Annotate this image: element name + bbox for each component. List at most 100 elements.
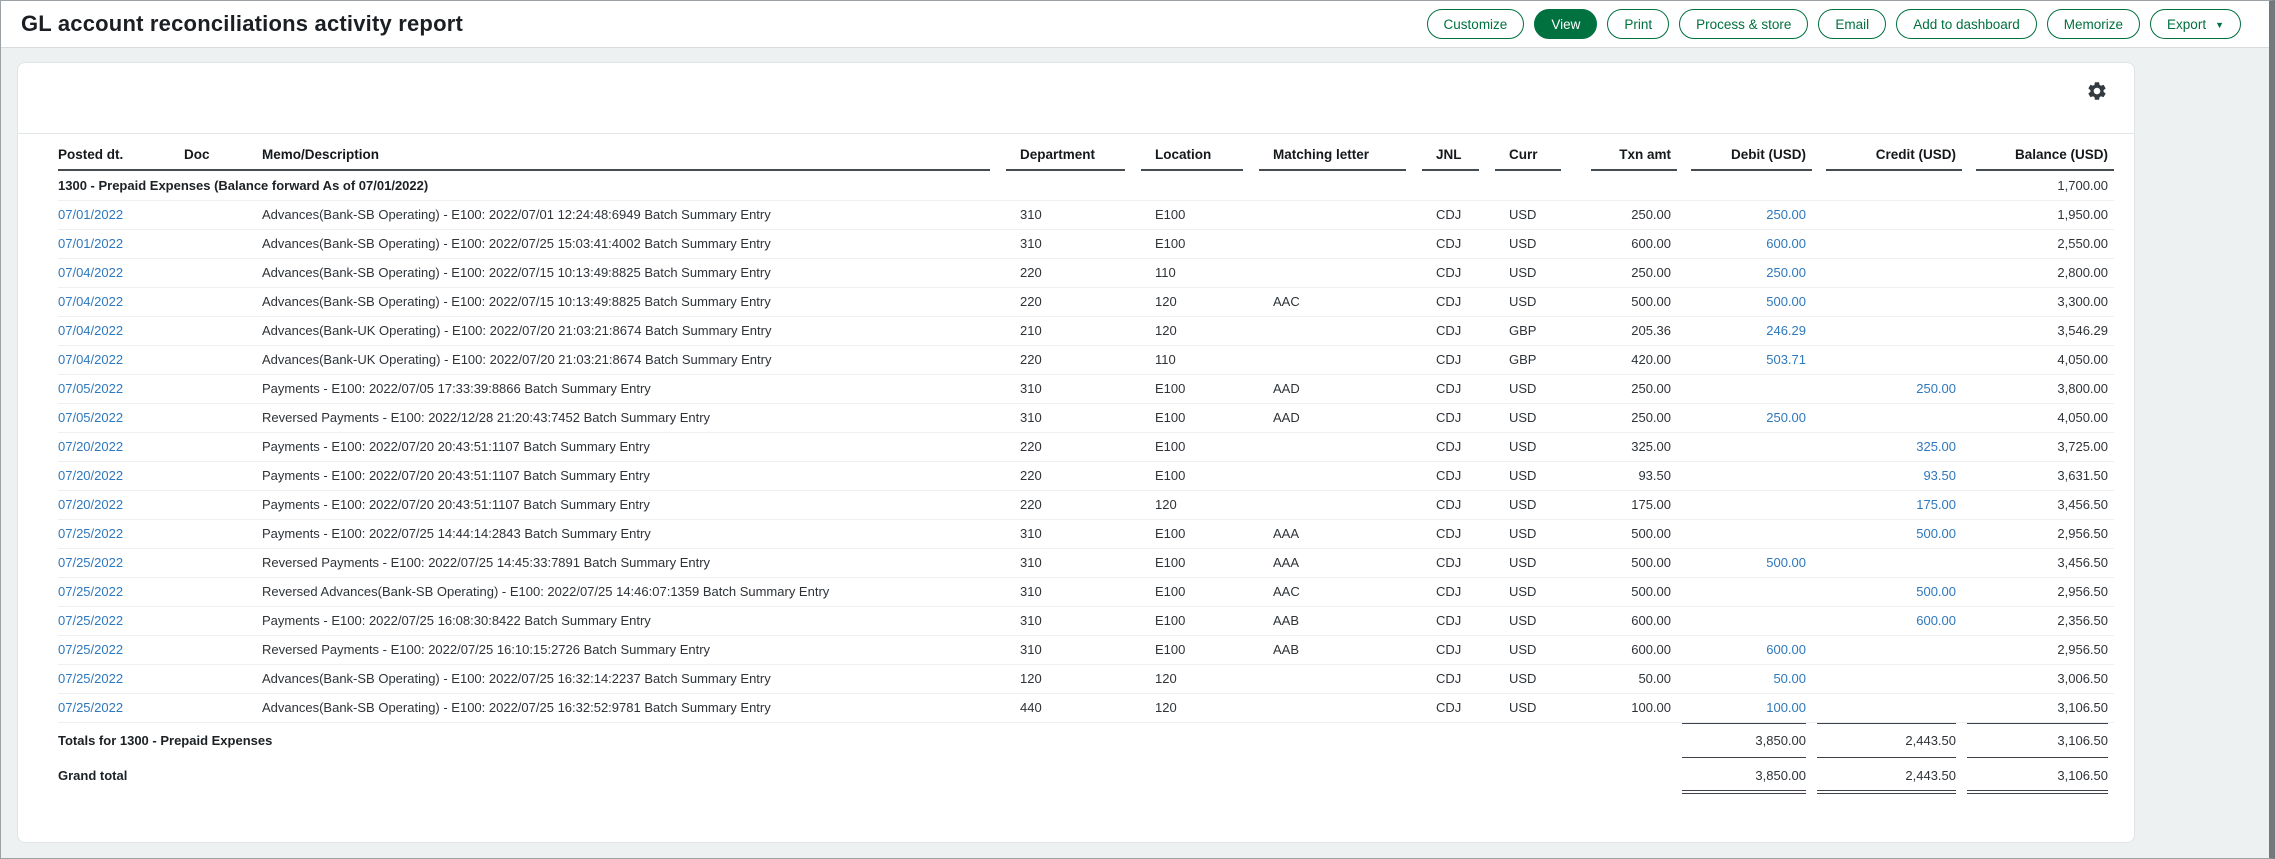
department-cell: 310 (1006, 606, 1141, 635)
balance-cell: 3,725.00 (1962, 432, 2114, 461)
balance-cell: 2,956.50 (1962, 635, 2114, 664)
credit-amount-link[interactable]: 250.00 (1916, 381, 1956, 396)
department-cell: 310 (1006, 635, 1141, 664)
balance-cell: 3,300.00 (1962, 287, 2114, 316)
customize-button[interactable]: Customize (1427, 9, 1525, 39)
grand-total-row-balance: 3,106.50 (1962, 758, 2114, 794)
debit-amount-link[interactable]: 600.00 (1766, 236, 1806, 251)
matching-letter-cell (1259, 258, 1422, 287)
table-row: 07/20/2022Payments - E100: 2022/07/20 20… (58, 461, 2114, 490)
memo-cell: Advances(Bank-SB Operating) - E100: 2022… (262, 664, 1006, 693)
export-button[interactable]: Export▼ (2150, 9, 2241, 39)
posted-date-link[interactable]: 07/04/2022 (58, 265, 123, 280)
posted-date-link[interactable]: 07/20/2022 (58, 497, 123, 512)
department-cell: 210 (1006, 316, 1141, 345)
column-header-doc: Doc (184, 134, 262, 171)
curr-cell: USD (1495, 200, 1577, 229)
curr-cell: USD (1495, 403, 1577, 432)
posted-date-link[interactable]: 07/04/2022 (58, 352, 123, 367)
debit-amount-link[interactable]: 250.00 (1766, 410, 1806, 425)
doc-cell (184, 316, 262, 345)
balance-cell: 3,631.50 (1962, 461, 2114, 490)
debit-amount-link[interactable]: 100.00 (1766, 700, 1806, 715)
posted-date-cell: 07/25/2022 (58, 606, 184, 635)
table-row: 07/05/2022Reversed Payments - E100: 2022… (58, 403, 2114, 432)
posted-date-cell: 07/05/2022 (58, 403, 184, 432)
posted-date-link[interactable]: 07/25/2022 (58, 584, 123, 599)
credit-amount-link[interactable]: 500.00 (1916, 584, 1956, 599)
debit-amount-link[interactable]: 500.00 (1766, 555, 1806, 570)
posted-date-link[interactable]: 07/05/2022 (58, 410, 123, 425)
credit-amount-link[interactable]: 175.00 (1916, 497, 1956, 512)
table-row: 07/04/2022Advances(Bank-SB Operating) - … (58, 258, 2114, 287)
debit-amount-link[interactable]: 50.00 (1773, 671, 1806, 686)
column-header-debit-usd: Debit (USD) (1677, 134, 1812, 171)
posted-date-link[interactable]: 07/25/2022 (58, 613, 123, 628)
department-cell: 440 (1006, 693, 1141, 722)
credit-amount-link[interactable]: 500.00 (1916, 526, 1956, 541)
doc-cell (184, 258, 262, 287)
doc-cell (184, 432, 262, 461)
debit-amount-link[interactable]: 246.29 (1766, 323, 1806, 338)
credit-amount-link[interactable]: 325.00 (1916, 439, 1956, 454)
table-row: 07/20/2022Payments - E100: 2022/07/20 20… (58, 490, 2114, 519)
posted-date-link[interactable]: 07/25/2022 (58, 526, 123, 541)
curr-cell: USD (1495, 287, 1577, 316)
location-cell: 120 (1141, 693, 1259, 722)
jnl-cell: CDJ (1422, 287, 1495, 316)
matching-letter-cell: AAC (1259, 577, 1422, 606)
matching-letter-cell: AAA (1259, 519, 1422, 548)
debit-amount-link[interactable]: 250.00 (1766, 207, 1806, 222)
jnl-cell: CDJ (1422, 606, 1495, 635)
credit-amount-link[interactable]: 93.50 (1923, 468, 1956, 483)
department-cell: 220 (1006, 432, 1141, 461)
debit-amount-link[interactable]: 503.71 (1766, 352, 1806, 367)
process-store-button[interactable]: Process & store (1679, 9, 1808, 39)
debit-amount-link[interactable]: 250.00 (1766, 265, 1806, 280)
debit-amount-link[interactable]: 600.00 (1766, 642, 1806, 657)
debit-cell (1677, 490, 1812, 519)
posted-date-link[interactable]: 07/04/2022 (58, 323, 123, 338)
posted-date-link[interactable]: 07/20/2022 (58, 468, 123, 483)
add-to-dashboard-button[interactable]: Add to dashboard (1896, 9, 2037, 39)
column-header-curr: Curr (1495, 134, 1577, 171)
txn-amt-cell: 100.00 (1577, 693, 1677, 722)
posted-date-link[interactable]: 07/01/2022 (58, 236, 123, 251)
email-button[interactable]: Email (1818, 9, 1886, 39)
doc-cell (184, 461, 262, 490)
column-header-balance-usd: Balance (USD) (1962, 134, 2114, 171)
posted-date-link[interactable]: 07/05/2022 (58, 381, 123, 396)
view-button[interactable]: View (1534, 9, 1597, 39)
posted-date-link[interactable]: 07/25/2022 (58, 555, 123, 570)
posted-date-link[interactable]: 07/20/2022 (58, 439, 123, 454)
memorize-button[interactable]: Memorize (2047, 9, 2140, 39)
debit-cell: 600.00 (1677, 229, 1812, 258)
department-cell: 310 (1006, 548, 1141, 577)
posted-date-link[interactable]: 07/25/2022 (58, 700, 123, 715)
print-button[interactable]: Print (1607, 9, 1669, 39)
grand-total-row: Grand total3,850.002,443.503,106.50 (58, 758, 2114, 794)
curr-cell: USD (1495, 490, 1577, 519)
debit-amount-link[interactable]: 500.00 (1766, 294, 1806, 309)
matching-letter-cell: AAD (1259, 374, 1422, 403)
jnl-cell: CDJ (1422, 519, 1495, 548)
table-row: 07/25/2022Reversed Payments - E100: 2022… (58, 548, 2114, 577)
balance-cell: 2,956.50 (1962, 519, 2114, 548)
gear-icon[interactable] (2086, 80, 2108, 102)
grand-total-row-debit: 3,850.00 (1677, 758, 1812, 794)
memo-cell: Advances(Bank-UK Operating) - E100: 2022… (262, 316, 1006, 345)
posted-date-link[interactable]: 07/04/2022 (58, 294, 123, 309)
button-label: Customize (1444, 17, 1508, 32)
group-header-label: 1300 - Prepaid Expenses (Balance forward… (58, 171, 1962, 200)
posted-date-link[interactable]: 07/01/2022 (58, 207, 123, 222)
debit-cell: 250.00 (1677, 258, 1812, 287)
credit-cell (1812, 693, 1962, 722)
posted-date-link[interactable]: 07/25/2022 (58, 642, 123, 657)
posted-date-link[interactable]: 07/25/2022 (58, 671, 123, 686)
doc-cell (184, 200, 262, 229)
button-label: Export (2167, 17, 2206, 32)
credit-amount-link[interactable]: 600.00 (1916, 613, 1956, 628)
txn-amt-cell: 250.00 (1577, 403, 1677, 432)
button-label: Email (1835, 17, 1869, 32)
curr-cell: USD (1495, 693, 1577, 722)
